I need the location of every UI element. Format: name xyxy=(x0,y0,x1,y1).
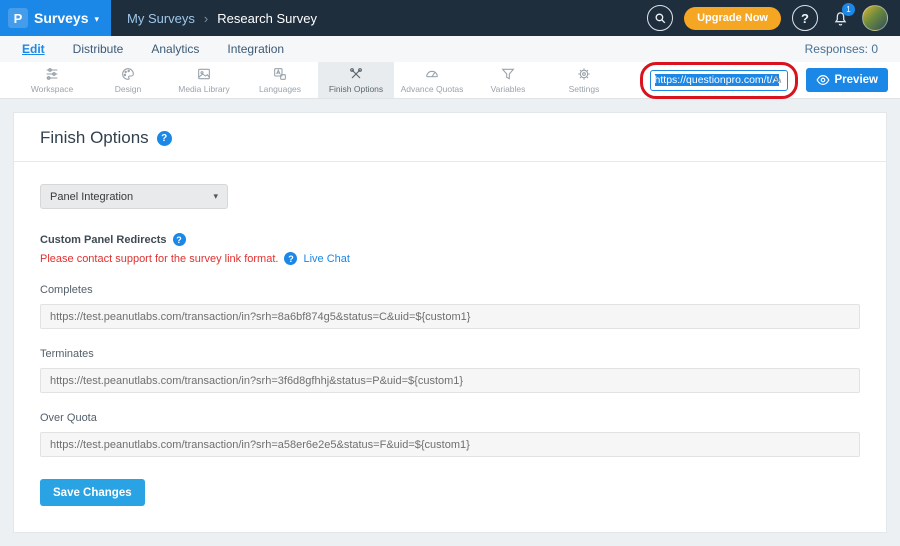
edit-toolbar: Workspace Design Media Library Lang xyxy=(0,62,900,99)
live-chat-link[interactable]: Live Chat xyxy=(303,253,349,265)
brand-logo: P xyxy=(8,8,28,28)
gear-icon xyxy=(576,66,592,82)
section-label: Custom Panel Redirects xyxy=(40,234,167,246)
support-warning-row: Please contact support for the survey li… xyxy=(40,252,860,265)
responses-count[interactable]: Responses: 0 xyxy=(805,42,878,56)
breadcrumb: My Surveys › Research Survey xyxy=(127,11,317,26)
preview-button-label: Preview xyxy=(835,74,878,86)
finish-options-card: Finish Options ? Panel Integration ▾ Cus… xyxy=(13,112,887,533)
completes-url-input[interactable] xyxy=(40,304,860,329)
main-content: Finish Options ? Panel Integration ▾ Cus… xyxy=(0,99,900,546)
card-body: Panel Integration ▾ Custom Panel Redirec… xyxy=(14,162,886,532)
tab-analytics[interactable]: Analytics xyxy=(151,42,199,56)
terminates-label: Terminates xyxy=(40,348,860,360)
eye-icon xyxy=(816,73,830,87)
help-button[interactable]: ? xyxy=(792,5,818,31)
brand-name: Surveys xyxy=(34,10,88,26)
breadcrumb-current-survey: Research Survey xyxy=(217,11,317,26)
tab-edit[interactable]: Edit xyxy=(22,42,45,56)
over-quota-label: Over Quota xyxy=(40,412,860,424)
gauge-icon xyxy=(424,66,440,82)
avatar[interactable] xyxy=(862,5,888,31)
completes-label: Completes xyxy=(40,284,860,296)
toolbar-item-label: Workspace xyxy=(31,84,73,94)
toolbar-item-label: Variables xyxy=(491,84,526,94)
toolbar-item-label: Languages xyxy=(259,84,301,94)
toolbar-item-workspace[interactable]: Workspace xyxy=(14,62,90,98)
toolbar-item-label: Advance Quotas xyxy=(401,84,464,94)
terminates-field-group: Terminates xyxy=(40,348,860,393)
custom-panel-redirects-header: Custom Panel Redirects ? xyxy=(40,233,860,246)
product-switcher[interactable]: P Surveys ▾ xyxy=(0,0,111,36)
edit-url-pencil-icon[interactable]: ✎ xyxy=(773,74,782,87)
topbar-actions: Upgrade Now ? 1 xyxy=(647,5,900,31)
top-bar: P Surveys ▾ My Surveys › Research Survey… xyxy=(0,0,900,36)
survey-nav: Edit Distribute Analytics Integration Re… xyxy=(0,36,900,62)
dropdown-selected-value: Panel Integration xyxy=(50,191,133,203)
notification-badge: 1 xyxy=(842,3,855,16)
funnel-icon xyxy=(500,66,516,82)
warning-text: Please contact support for the survey li… xyxy=(40,253,278,265)
toolbar-item-variables[interactable]: Variables xyxy=(470,62,546,98)
survey-url-value: https://questionpro.com/t/A xyxy=(655,74,780,86)
sliders-icon xyxy=(44,66,60,82)
toolbar-item-label: Settings xyxy=(569,84,600,94)
upgrade-now-button[interactable]: Upgrade Now xyxy=(684,7,781,30)
page-title: Finish Options xyxy=(40,128,149,148)
save-changes-button[interactable]: Save Changes xyxy=(40,479,145,506)
toolbar-item-media-library[interactable]: Media Library xyxy=(166,62,242,98)
finish-options-help-icon[interactable]: ? xyxy=(157,131,172,146)
toolbar-item-label: Media Library xyxy=(178,84,230,94)
app-window: P Surveys ▾ My Surveys › Research Survey… xyxy=(0,0,900,517)
tools-icon xyxy=(348,66,364,82)
image-icon xyxy=(196,66,212,82)
search-icon xyxy=(654,12,667,25)
chevron-down-icon: ▾ xyxy=(213,191,218,202)
chevron-down-icon: ▾ xyxy=(94,14,99,25)
toolbar-item-advance-quotas[interactable]: Advance Quotas xyxy=(394,62,470,98)
panel-integration-dropdown[interactable]: Panel Integration ▾ xyxy=(40,184,228,209)
toolbar-item-label: Design xyxy=(115,84,141,94)
card-header: Finish Options ? xyxy=(14,113,886,162)
palette-icon xyxy=(120,66,136,82)
translate-icon xyxy=(272,66,288,82)
preview-button[interactable]: Preview xyxy=(806,68,888,92)
breadcrumb-my-surveys[interactable]: My Surveys xyxy=(127,11,195,26)
live-chat-icon[interactable]: ? xyxy=(284,252,297,265)
survey-url-wrap: https://questionpro.com/t/A ✎ xyxy=(650,70,788,91)
terminates-url-input[interactable] xyxy=(40,368,860,393)
over-quota-url-input[interactable] xyxy=(40,432,860,457)
breadcrumb-separator-icon: › xyxy=(204,11,208,26)
completes-field-group: Completes xyxy=(40,284,860,329)
over-quota-field-group: Over Quota xyxy=(40,412,860,457)
survey-url-input[interactable]: https://questionpro.com/t/A xyxy=(650,70,788,91)
toolbar-item-languages[interactable]: Languages xyxy=(242,62,318,98)
tab-integration[interactable]: Integration xyxy=(227,42,284,56)
notifications-button[interactable]: 1 xyxy=(829,7,851,29)
tab-distribute[interactable]: Distribute xyxy=(73,42,124,56)
toolbar-item-finish-options[interactable]: Finish Options xyxy=(318,62,394,98)
toolbar-item-settings[interactable]: Settings xyxy=(546,62,622,98)
search-button[interactable] xyxy=(647,5,673,31)
toolbar-item-design[interactable]: Design xyxy=(90,62,166,98)
toolbar-item-label: Finish Options xyxy=(329,84,383,94)
section-help-icon[interactable]: ? xyxy=(173,233,186,246)
